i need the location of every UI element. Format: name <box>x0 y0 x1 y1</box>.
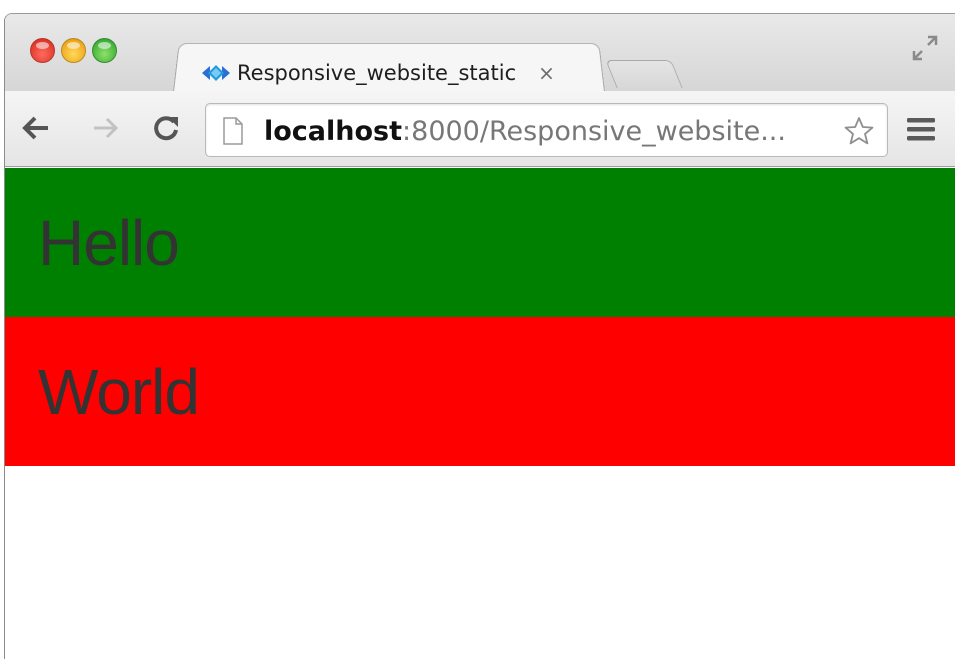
star-icon[interactable] <box>843 115 875 147</box>
window-zoom-button[interactable] <box>92 38 117 63</box>
url-text[interactable]: localhost:8000/Responsive_website... <box>264 116 786 147</box>
reload-icon[interactable] <box>151 113 181 143</box>
window-close-button[interactable] <box>30 38 55 63</box>
tab-content[interactable]: Responsive_website_static × <box>201 58 591 88</box>
window-minimize-button[interactable] <box>61 38 86 63</box>
page-icon <box>223 117 243 145</box>
new-tab-button[interactable] <box>605 60 683 88</box>
tab-close-icon[interactable]: × <box>538 61 555 85</box>
back-arrow-icon[interactable] <box>21 113 51 143</box>
hello-heading: Hello <box>38 206 180 279</box>
world-section: World <box>5 317 955 466</box>
browser-toolbar: localhost:8000/Responsive_website... <box>5 91 955 167</box>
hello-section: Hello <box>5 168 955 317</box>
world-heading: World <box>38 355 200 428</box>
address-bar[interactable]: localhost:8000/Responsive_website... <box>205 103 888 157</box>
url-path: :8000/Responsive_website... <box>402 116 786 147</box>
tab-strip: Responsive_website_static × <box>5 14 955 92</box>
forward-arrow-icon[interactable] <box>91 113 121 143</box>
tab-title: Responsive_website_static <box>237 61 517 85</box>
page-viewport: Hello World <box>5 168 955 659</box>
url-host: localhost <box>264 116 403 147</box>
diamond-arrows-icon <box>202 65 230 81</box>
browser-window: Responsive_website_static × localhost:80… <box>4 13 955 659</box>
fullscreen-icon[interactable] <box>911 34 939 62</box>
menu-icon[interactable] <box>905 115 937 143</box>
